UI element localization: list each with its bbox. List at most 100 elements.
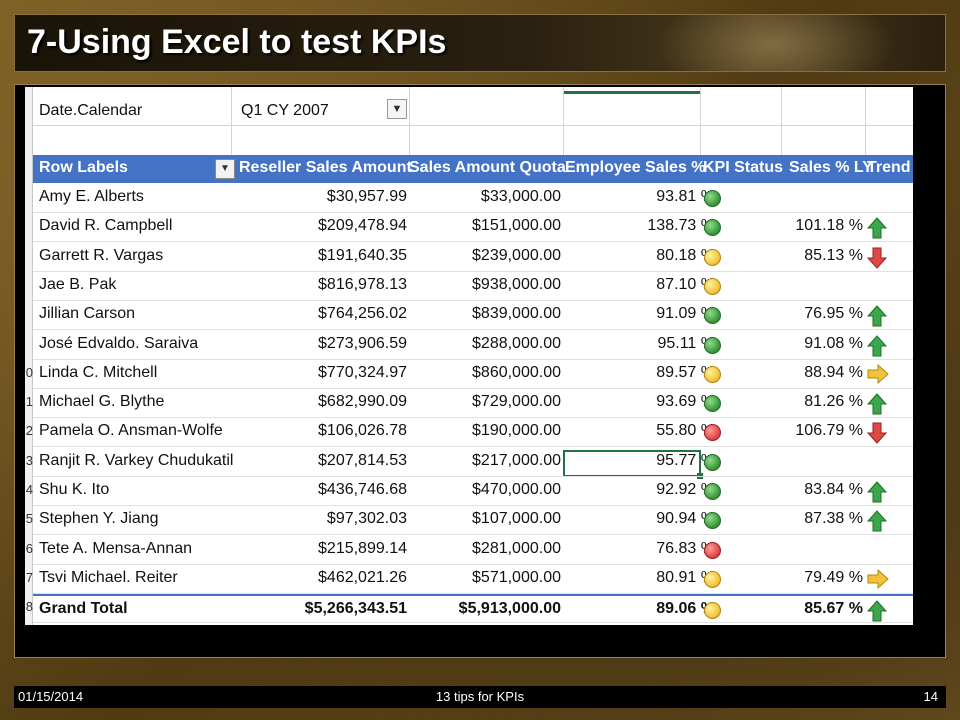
row-label[interactable]: Pamela O. Ansman-Wolfe (39, 422, 223, 440)
trend-arrow-up-green-icon (866, 600, 888, 622)
kpi-status-green-circle-icon (704, 395, 721, 413)
grid-line (865, 87, 866, 157)
row-label[interactable]: José Edvaldo. Saraiva (39, 335, 198, 353)
reseller-sales-cell[interactable]: $462,021.26 (318, 569, 407, 587)
reseller-sales-cell[interactable]: $5,266,343.51 (305, 600, 407, 618)
row-label[interactable]: Jillian Carson (39, 305, 135, 323)
row-number: 5 (25, 511, 33, 527)
sales-ly-cell[interactable]: 101.18 % (795, 217, 863, 235)
filter-value[interactable]: Q1 CY 2007 (241, 102, 329, 120)
filter-funnel-icon[interactable]: ▼ (387, 99, 407, 119)
table-row: Tsvi Michael. Reiter $462,021.26 $571,000.… (33, 565, 913, 594)
grid-line (563, 87, 564, 157)
grid-line (409, 87, 410, 157)
sales-quota-cell[interactable]: $729,000.00 (472, 393, 561, 411)
kpi-status-green-circle-icon (704, 219, 721, 237)
sales-quota-cell[interactable]: $288,000.00 (472, 335, 561, 353)
reseller-sales-cell[interactable]: $273,906.59 (318, 335, 407, 353)
grid-line (33, 125, 913, 126)
row-label[interactable]: Tete A. Mensa-Annan (39, 540, 192, 558)
reseller-sales-cell[interactable]: $770,324.97 (318, 364, 407, 382)
row-number: 7 (25, 569, 33, 585)
table-row: Garrett R. Vargas $191,640.35 $239,000.00 8… (33, 243, 913, 272)
sales-ly-cell[interactable]: 76.95 % (804, 305, 863, 323)
sales-ly-cell[interactable]: 85.67 % (804, 600, 863, 618)
reseller-sales-cell[interactable]: $207,814.53 (318, 452, 407, 470)
table-row: Linda C. Mitchell $770,324.97 $860,000.00 8… (33, 360, 913, 389)
sales-ly-cell[interactable]: 83.84 % (804, 481, 863, 499)
sales-quota-cell[interactable]: $151,000.00 (472, 217, 561, 235)
sales-quota-cell[interactable]: $239,000.00 (472, 247, 561, 265)
table-row: David R. Campbell $209,478.94 $151,000.00 1… (33, 213, 913, 243)
sales-quota-cell[interactable]: $190,000.00 (472, 422, 561, 440)
table-row: Shu K. Ito $436,746.68 $470,000.00 92.92 % 8… (33, 477, 913, 506)
reseller-sales-cell[interactable]: $209,478.94 (318, 217, 407, 235)
trend-arrow-up-green-icon (866, 305, 888, 327)
table-row: Pamela O. Ansman-Wolfe $106,026.78 $190,00… (33, 418, 913, 448)
trend-arrow-up-green-icon (866, 334, 888, 357)
reseller-sales-cell[interactable]: $106,026.78 (318, 422, 407, 440)
kpi-status-red-circle-icon (704, 424, 721, 442)
sales-ly-cell[interactable]: 79.49 % (804, 569, 863, 587)
sales-quota-cell[interactable]: $5,913,000.00 (459, 600, 561, 618)
sales-quota-cell[interactable]: $281,000.00 (472, 540, 561, 558)
sales-ly-cell[interactable]: 88.94 % (804, 364, 863, 382)
sales-quota-cell[interactable]: $217,000.00 (472, 452, 561, 470)
row-label[interactable]: Tsvi Michael. Reiter (39, 569, 178, 587)
row-number: 2 (25, 423, 33, 439)
header-sales-ly: Sales % LY (789, 159, 873, 176)
title-decoration (645, 15, 905, 71)
table-row: José Edvaldo. Saraiva $273,906.59 $288,000… (33, 331, 913, 360)
sales-ly-cell[interactable]: 81.26 % (804, 393, 863, 411)
sales-quota-cell[interactable]: $860,000.00 (472, 364, 561, 382)
reseller-sales-cell[interactable]: $682,990.09 (318, 393, 407, 411)
reseller-sales-cell[interactable]: $436,746.68 (318, 481, 407, 499)
row-label[interactable]: Garrett R. Vargas (39, 247, 163, 265)
sales-quota-cell[interactable]: $839,000.00 (472, 305, 561, 323)
row-label[interactable]: Ranjit R. Varkey Chudukatil (39, 452, 233, 470)
selected-cell-outline[interactable] (563, 449, 703, 479)
sales-ly-cell[interactable]: 85.13 % (804, 247, 863, 265)
reseller-sales-cell[interactable]: $816,978.13 (318, 276, 407, 294)
row-label[interactable]: Linda C. Mitchell (39, 364, 157, 382)
sales-ly-cell[interactable]: 106.79 % (795, 422, 863, 440)
header-reseller-sales: Reseller Sales Amount (239, 159, 412, 176)
sales-quota-cell[interactable]: $107,000.00 (472, 510, 561, 528)
row-label[interactable]: Stephen Y. Jiang (39, 510, 159, 528)
grid-line (231, 87, 232, 157)
sales-quota-cell[interactable]: $470,000.00 (472, 481, 561, 499)
sales-ly-cell[interactable]: 87.38 % (804, 510, 863, 528)
table-row: Jae B. Pak $816,978.13 $938,000.00 87.10 % (33, 272, 913, 301)
grand-total-row: Grand Total $5,266,343.51 $5,913,000.00 89.… (33, 594, 913, 624)
trend-arrow-up-green-icon (866, 510, 888, 532)
reseller-sales-cell[interactable]: $30,957.99 (327, 188, 407, 206)
excel-pivot-sheet: Date.Calendar Q1 CY 2007 ▼ Row Labels ▼ … (25, 87, 913, 625)
row-label[interactable]: David R. Campbell (39, 217, 172, 235)
reseller-sales-cell[interactable]: $97,302.03 (327, 510, 407, 528)
kpi-status-red-circle-icon (704, 541, 721, 559)
kpi-status-yellow-circle-icon (704, 570, 721, 588)
slide-content: Date.Calendar Q1 CY 2007 ▼ Row Labels ▼ … (14, 84, 946, 658)
sales-quota-cell[interactable]: $571,000.00 (472, 569, 561, 587)
trend-arrow-up-green-icon (866, 481, 888, 503)
trend-arrow-up-green-icon (866, 393, 888, 415)
row-label[interactable]: Shu K. Ito (39, 481, 109, 499)
footer-page-number: 14 (923, 689, 938, 704)
reseller-sales-cell[interactable]: $764,256.02 (318, 305, 407, 323)
trend-arrow-down-red-icon (866, 247, 888, 269)
sales-ly-cell[interactable]: 91.08 % (804, 335, 863, 353)
reseller-sales-cell[interactable]: $191,640.35 (318, 247, 407, 265)
footer-title: 13 tips for KPIs (435, 689, 525, 704)
slide-footer: 01/15/2014 13 tips for KPIs 14 (14, 686, 946, 708)
row-label[interactable]: Michael G. Blythe (39, 393, 164, 411)
row-label[interactable]: Amy E. Alberts (39, 188, 144, 206)
sales-quota-cell[interactable]: $938,000.00 (472, 276, 561, 294)
reseller-sales-cell[interactable]: $215,899.14 (318, 540, 407, 558)
kpi-status-green-circle-icon (704, 512, 721, 530)
row-label[interactable]: Grand Total (39, 600, 128, 618)
filter-label: Date.Calendar (39, 102, 143, 119)
row-label[interactable]: Jae B. Pak (39, 276, 116, 294)
sales-quota-cell[interactable]: $33,000.00 (481, 188, 561, 206)
kpi-status-green-circle-icon (704, 336, 721, 354)
row-labels-dropdown-icon[interactable]: ▼ (215, 159, 235, 179)
